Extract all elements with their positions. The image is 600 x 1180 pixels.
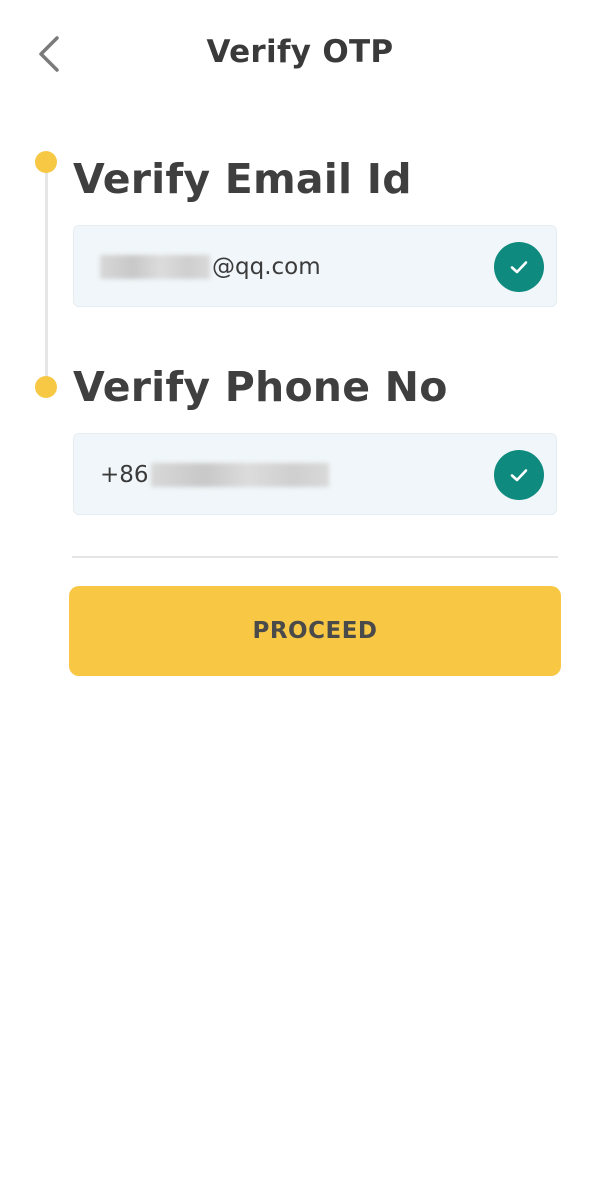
page-title: Verify OTP [206,34,394,70]
check-circle-icon [510,261,528,274]
timeline-dot-email [35,151,57,173]
phone-value: +86 [100,461,329,489]
verify-phone-title: Verify Phone No [73,363,448,411]
divider [72,556,558,558]
phone-verified-badge [494,450,544,500]
proceed-button[interactable]: PROCEED [69,586,561,676]
verify-email-title: Verify Email Id [73,155,412,203]
email-field[interactable]: @qq.com [73,225,557,307]
phone-country-code: +86 [100,462,149,488]
email-domain: @qq.com [212,254,321,280]
masked-text [100,255,210,279]
timeline-line [45,162,48,384]
phone-field[interactable]: +86 [73,433,557,515]
chevron-left-icon [39,36,59,72]
app-header: Verify OTP [0,0,600,110]
email-value: @qq.com [100,253,321,281]
check-circle-icon [510,469,528,482]
back-button[interactable] [28,30,68,78]
timeline-dot-phone [35,376,57,398]
masked-text [150,463,329,487]
email-verified-badge [494,242,544,292]
